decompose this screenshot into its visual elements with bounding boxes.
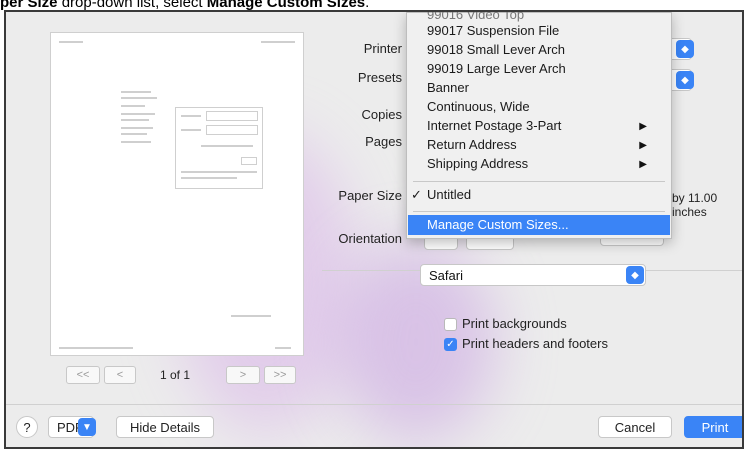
menu-item[interactable]: 99018 Small Lever Arch xyxy=(427,42,565,57)
print-button[interactable]: Print xyxy=(684,416,742,438)
printer-label: Printer xyxy=(363,41,402,56)
preview-button xyxy=(241,157,257,165)
menu-item-submenu[interactable]: Return Address xyxy=(427,137,517,152)
print-backgrounds-label: Print backgrounds xyxy=(462,316,567,331)
preview-text-line xyxy=(201,145,253,147)
menu-separator xyxy=(413,211,665,212)
menu-item[interactable]: 99016 Video Top xyxy=(427,12,524,22)
menu-separator xyxy=(413,181,665,182)
orientation-label: Orientation xyxy=(338,231,402,246)
preview-text-line xyxy=(181,177,237,179)
next-page-button[interactable]: > xyxy=(226,366,260,384)
last-page-button[interactable]: >> xyxy=(264,366,296,384)
preview-header-right xyxy=(261,41,295,43)
paper-size-label: Paper Size xyxy=(338,188,402,203)
submenu-arrow-icon: ▶ xyxy=(639,159,647,170)
preview-text-line xyxy=(121,119,149,121)
preview-text-line xyxy=(121,133,147,135)
print-preview-page xyxy=(50,32,304,356)
preview-text-line xyxy=(121,91,151,93)
presets-label: Presets xyxy=(357,70,402,85)
hide-details-button[interactable]: Hide Details xyxy=(116,416,214,438)
copies-label: Copies xyxy=(361,107,402,122)
cancel-button[interactable]: Cancel xyxy=(598,416,672,438)
app-options-select[interactable]: Safari xyxy=(420,264,646,286)
preview-text-line xyxy=(121,127,153,129)
preview-text-line xyxy=(181,171,257,173)
submenu-arrow-icon: ▶ xyxy=(639,121,647,132)
preview-text-line xyxy=(121,141,151,143)
preview-field xyxy=(206,125,258,135)
manage-custom-sizes-item[interactable]: Manage Custom Sizes... xyxy=(427,217,569,232)
help-button[interactable]: ? xyxy=(16,416,38,438)
print-headers-checkbox[interactable]: ✓ xyxy=(444,338,457,351)
menu-item[interactable]: Banner xyxy=(427,80,469,95)
preview-footer-left xyxy=(59,347,133,349)
preview-text-line xyxy=(181,129,201,131)
pdf-dropdown-icon[interactable]: ▼ xyxy=(78,418,96,436)
menu-item[interactable]: 99019 Large Lever Arch xyxy=(427,61,566,76)
preview-text-line xyxy=(121,113,155,115)
app-options-arrow-icon[interactable]: ◆ xyxy=(626,266,644,284)
app-options-value: Safari xyxy=(429,268,463,283)
print-headers-label: Print headers and footers xyxy=(462,336,608,351)
pages-label: Pages xyxy=(365,134,402,149)
paper-size-menu: 99016 Video Top 99017 Suspension File 99… xyxy=(406,12,672,239)
preview-footer-right xyxy=(275,347,291,349)
paper-size-dimensions: by 11.00 inches xyxy=(672,191,718,219)
preview-text-line xyxy=(181,115,201,117)
selected-check-icon: ✓ xyxy=(411,187,422,202)
first-page-button[interactable]: << xyxy=(66,366,100,384)
submenu-arrow-icon: ▶ xyxy=(639,140,647,151)
previous-page-button[interactable]: < xyxy=(104,366,136,384)
menu-item[interactable]: 99017 Suspension File xyxy=(427,23,559,38)
preview-text-line xyxy=(231,315,271,317)
presets-select-arrow-icon[interactable]: ◆ xyxy=(676,71,694,89)
printer-select-arrow-icon[interactable]: ◆ xyxy=(676,40,694,58)
menu-item-selected[interactable]: Untitled xyxy=(427,187,471,202)
menu-item[interactable]: Continuous, Wide xyxy=(427,99,530,114)
print-dialog: << < 1 of 1 > >> Printer Presets Copies … xyxy=(4,10,744,449)
preview-field xyxy=(206,111,258,121)
menu-item-submenu[interactable]: Shipping Address xyxy=(427,156,528,171)
footer-divider xyxy=(6,404,742,405)
preview-header-left xyxy=(59,41,83,43)
print-backgrounds-checkbox[interactable] xyxy=(444,318,457,331)
page-indicator: 1 of 1 xyxy=(160,368,191,382)
preview-text-line xyxy=(121,105,145,107)
menu-item-submenu[interactable]: Internet Postage 3-Part xyxy=(427,118,561,133)
preview-text-line xyxy=(121,97,157,99)
